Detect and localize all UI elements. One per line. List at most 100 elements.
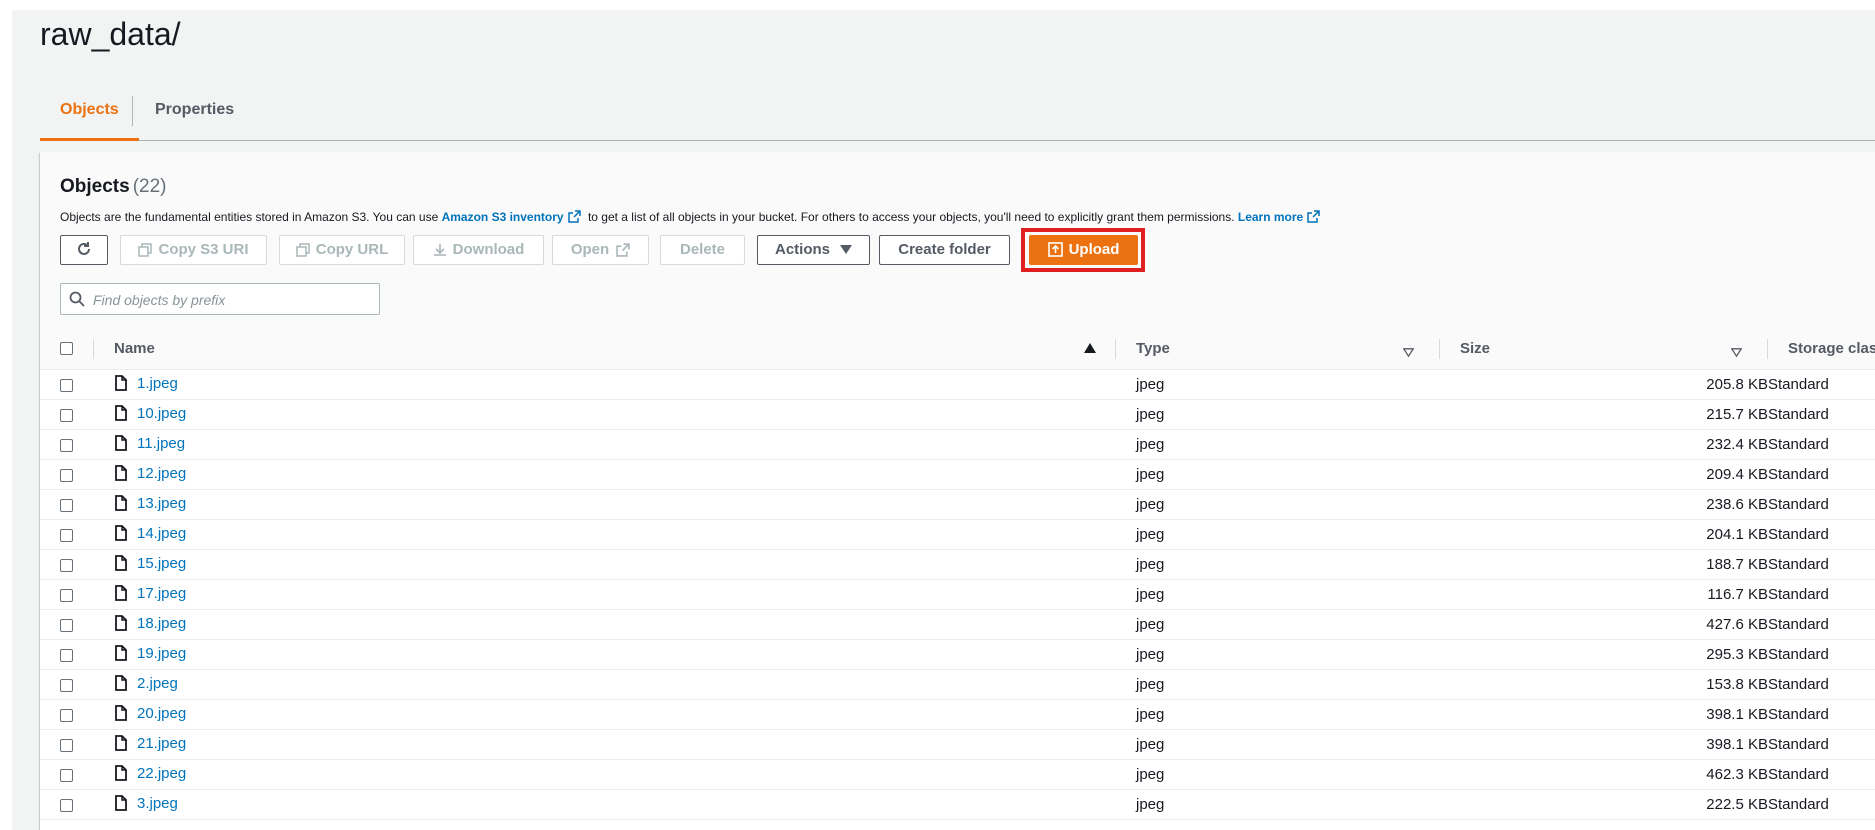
file-link[interactable]: 15.jpeg <box>137 555 186 572</box>
table-row[interactable]: 14.jpeg jpeg 204.1 KB Standard <box>40 519 1875 550</box>
column-header-storage-class[interactable]: Storage class <box>1768 327 1875 370</box>
refresh-button[interactable] <box>60 235 108 265</box>
external-link-icon <box>567 210 581 223</box>
file-link[interactable]: 22.jpeg <box>137 765 186 782</box>
search-input[interactable] <box>91 284 375 316</box>
table-row[interactable]: 18.jpeg jpeg 427.6 KB Standard <box>40 609 1875 640</box>
file-link[interactable]: 14.jpeg <box>137 525 186 542</box>
file-link[interactable]: 19.jpeg <box>137 645 186 662</box>
file-icon <box>114 404 128 425</box>
table-row[interactable]: 17.jpeg jpeg 116.7 KB Standard <box>40 579 1875 610</box>
row-checkbox[interactable] <box>60 438 73 452</box>
name-cell: 10.jpeg <box>94 399 1116 430</box>
copy-s3-uri-label: Copy S3 URI <box>158 241 249 258</box>
learn-more-link[interactable]: Learn more <box>1238 210 1303 224</box>
file-link[interactable]: 13.jpeg <box>137 495 186 512</box>
file-link[interactable]: 20.jpeg <box>137 705 186 722</box>
type-cell: jpeg <box>1116 669 1440 700</box>
file-link[interactable]: 21.jpeg <box>137 735 186 752</box>
create-folder-button[interactable]: Create folder <box>879 235 1010 265</box>
table-row[interactable]: 2.jpeg jpeg 153.8 KB Standard <box>40 669 1875 700</box>
type-cell: jpeg <box>1116 729 1440 760</box>
row-checkbox[interactable] <box>60 798 73 812</box>
storage-class-value: Standard <box>1768 526 1829 543</box>
sort-icon[interactable] <box>1730 344 1743 361</box>
row-checkbox[interactable] <box>60 678 73 692</box>
row-checkbox[interactable] <box>60 708 73 722</box>
file-link[interactable]: 17.jpeg <box>137 585 186 602</box>
delete-button[interactable]: Delete <box>660 235 745 265</box>
row-checkbox[interactable] <box>60 378 73 392</box>
row-select-cell <box>40 729 94 760</box>
row-checkbox[interactable] <box>60 588 73 602</box>
file-link[interactable]: 11.jpeg <box>137 435 185 452</box>
storage-class-cell: Standard <box>1768 789 1875 820</box>
table-row[interactable]: 13.jpeg jpeg 238.6 KB Standard <box>40 489 1875 520</box>
row-checkbox[interactable] <box>60 768 73 782</box>
row-checkbox[interactable] <box>60 558 73 572</box>
table-row[interactable]: 19.jpeg jpeg 295.3 KB Standard <box>40 639 1875 670</box>
table-row[interactable]: 15.jpeg jpeg 188.7 KB Standard <box>40 549 1875 580</box>
copy-url-button[interactable]: Copy URL <box>279 235 405 265</box>
search-box[interactable] <box>60 283 380 316</box>
row-checkbox[interactable] <box>60 468 73 482</box>
sort-ascending-icon[interactable] <box>1084 343 1096 353</box>
row-checkbox[interactable] <box>60 618 73 632</box>
column-storage-class-label: Storage class <box>1788 339 1875 357</box>
table-header-row: Name Type Size Storage class <box>40 327 1875 370</box>
sort-icon[interactable] <box>1402 344 1415 361</box>
column-header-type[interactable]: Type <box>1116 327 1440 370</box>
file-link[interactable]: 1.jpeg <box>137 375 178 392</box>
file-link[interactable]: 2.jpeg <box>137 675 178 692</box>
row-checkbox[interactable] <box>60 738 73 752</box>
download-button[interactable]: Download <box>413 235 544 265</box>
type-value: jpeg <box>1136 796 1165 813</box>
column-header-name[interactable]: Name <box>94 327 1116 370</box>
size-cell: 188.7 KB <box>1440 549 1768 580</box>
size-value: 209.4 KB <box>1706 466 1768 483</box>
row-select-cell <box>40 549 94 580</box>
row-checkbox[interactable] <box>60 408 73 422</box>
file-link[interactable]: 3.jpeg <box>137 795 178 812</box>
type-cell: jpeg <box>1116 639 1440 670</box>
copy-s3-uri-button[interactable]: Copy S3 URI <box>120 235 267 265</box>
table-row[interactable]: 20.jpeg jpeg 398.1 KB Standard <box>40 699 1875 730</box>
select-all-checkbox[interactable] <box>60 342 73 356</box>
type-cell: jpeg <box>1116 489 1440 520</box>
table-row[interactable]: 12.jpeg jpeg 209.4 KB Standard <box>40 459 1875 490</box>
storage-class-value: Standard <box>1768 616 1829 633</box>
size-cell: 205.8 KB <box>1440 369 1768 400</box>
tab-properties[interactable]: Properties <box>135 82 254 138</box>
row-checkbox[interactable] <box>60 648 73 662</box>
storage-class-cell: Standard <box>1768 549 1875 580</box>
table-row[interactable]: 1.jpeg jpeg 205.8 KB Standard <box>40 369 1875 400</box>
external-link-icon <box>1307 210 1320 223</box>
actions-dropdown[interactable]: Actions <box>757 235 870 265</box>
file-link[interactable]: 18.jpeg <box>137 615 186 632</box>
column-header-size[interactable]: Size <box>1440 327 1768 370</box>
file-icon <box>114 434 128 455</box>
row-checkbox[interactable] <box>60 528 73 542</box>
type-value: jpeg <box>1136 376 1165 393</box>
file-link[interactable]: 10.jpeg <box>137 405 186 422</box>
table-row[interactable]: 10.jpeg jpeg 215.7 KB Standard <box>40 399 1875 430</box>
table-row[interactable]: 11.jpeg jpeg 232.4 KB Standard <box>40 429 1875 460</box>
tab-objects[interactable]: Objects <box>40 82 139 141</box>
row-checkbox[interactable] <box>60 498 73 512</box>
size-value: 295.3 KB <box>1706 646 1768 663</box>
s3-inventory-link[interactable]: Amazon S3 inventory <box>442 210 564 224</box>
file-link[interactable]: 12.jpeg <box>137 465 186 482</box>
type-value: jpeg <box>1136 706 1165 723</box>
copy-icon <box>296 239 310 267</box>
table-row[interactable]: 3.jpeg jpeg 222.5 KB Standard <box>40 789 1875 820</box>
type-value: jpeg <box>1136 406 1165 423</box>
name-cell: 13.jpeg <box>94 489 1116 520</box>
open-button[interactable]: Open <box>552 235 649 265</box>
page-title: raw_data/ <box>40 16 181 52</box>
table-row[interactable]: 22.jpeg jpeg 462.3 KB Standard <box>40 759 1875 790</box>
storage-class-value: Standard <box>1768 406 1829 423</box>
size-value: 462.3 KB <box>1706 766 1768 783</box>
table-row[interactable]: 21.jpeg jpeg 398.1 KB Standard <box>40 729 1875 760</box>
file-icon <box>114 704 128 725</box>
type-cell: jpeg <box>1116 369 1440 400</box>
